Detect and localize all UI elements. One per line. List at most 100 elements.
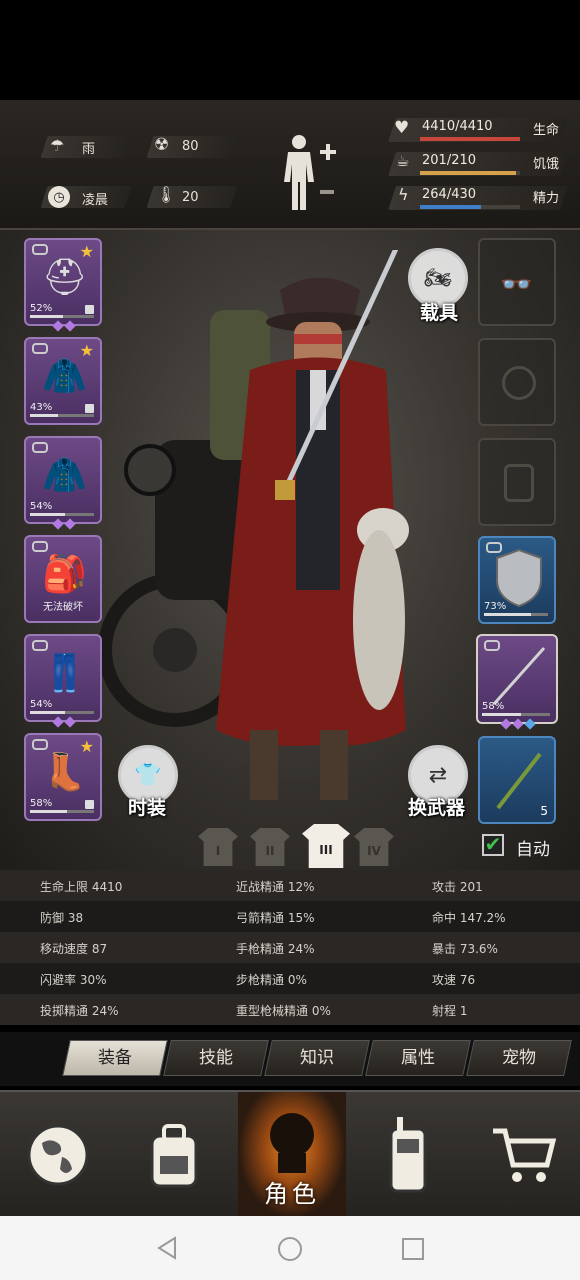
durability-fill (30, 315, 64, 318)
jacket-icon: 🧥 (42, 356, 87, 397)
loadout-1-button[interactable]: I (198, 828, 238, 866)
equip-slot-backpack[interactable]: 🎒 无法破坏 (24, 535, 102, 623)
loadout-2-button[interactable]: II (250, 828, 290, 866)
coat-icon: 🧥 (42, 455, 87, 496)
top-blank-area (0, 0, 580, 100)
durability-label: 52% (30, 303, 53, 314)
shield-durability-fill (484, 613, 531, 616)
auto-checkbox[interactable]: ✔ (482, 834, 504, 856)
link-icon (32, 442, 48, 453)
stat-value: 重型枪械精通 0% (236, 1004, 331, 1018)
loadout-3-button[interactable]: III (302, 824, 350, 868)
health-bar (420, 137, 520, 141)
health-value: 4410/4410 (422, 119, 493, 134)
heart-icon: ♥ (394, 118, 410, 138)
durability-fill (30, 513, 65, 516)
health-label: 生命 (533, 123, 560, 138)
shirt-icon: 👕 (134, 762, 162, 788)
auto-label: 自动 (516, 840, 550, 860)
home-icon[interactable] (277, 1236, 303, 1262)
equip-slot-boots[interactable]: 👢 ★ 58% (24, 733, 102, 821)
switch-weapon-label: 换武器 (408, 797, 466, 819)
walkie-talkie-icon (389, 1117, 427, 1193)
lightning-icon: ϟ (398, 185, 409, 204)
equip-slot-pants[interactable]: 👖 54% (24, 634, 102, 728)
nav-shop[interactable] (466, 1092, 580, 1218)
tab-4[interactable]: 属性 (365, 1040, 471, 1076)
shield-slot[interactable]: 73% (478, 536, 556, 624)
character-scene: ⛑ ★ 52% 🧥 ★ 43% 🧥 54% 🎒 无法破坏 👖 54% 👢 ★ 58% 👓 73% 58% 5… (0, 230, 580, 870)
equip-slot-helmet[interactable]: ⛑ ★ 52% (24, 238, 102, 332)
equip-slot-jacket[interactable]: 🧥 ★ 43% (24, 337, 102, 425)
durability-label: 54% (30, 501, 53, 512)
backpack-outline-icon (504, 464, 534, 502)
stat-row: 投掷精通 24% 重型枪械精通 0% 射程 1 (0, 994, 580, 1025)
stat-value: 生命上限 4410 (40, 880, 123, 894)
tab-3[interactable]: 知识 (264, 1040, 370, 1076)
nav-character-label: 角色 (264, 1180, 320, 1208)
rain-icon: ☂ (50, 136, 65, 155)
gem-icon (52, 518, 64, 530)
helmet-icon: ⛑ (42, 257, 88, 298)
back-icon[interactable] (155, 1236, 179, 1260)
gem-icon (52, 320, 64, 332)
thermometer-icon: 🌡 (156, 185, 176, 207)
accessory-slot[interactable] (478, 438, 556, 526)
stat-value: 投掷精通 24% (40, 1004, 119, 1018)
link-icon (32, 541, 48, 552)
stat-value: 步枪精通 0% (236, 973, 307, 987)
weather-label: 雨 (82, 142, 96, 157)
stat-value: 闪避率 30% (40, 973, 107, 987)
star-icon: ★ (79, 341, 94, 360)
backpack-icon: 🎒 (42, 554, 87, 595)
lock-icon (85, 305, 94, 314)
link-icon (32, 244, 48, 255)
backpack-icon (150, 1124, 198, 1188)
weapon-durability-label: 58% (482, 701, 505, 712)
tab-label: 属性 (401, 1048, 435, 1068)
body-status-icon[interactable] (280, 132, 338, 214)
tab-5[interactable]: 宠物 (466, 1040, 572, 1076)
hunger-bar-fill (420, 171, 516, 175)
recents-icon[interactable] (401, 1237, 425, 1261)
status-panel: ☂ 雨 ☢ 80 ◷ 凌晨 🌡 20 ♥ 4410/4410 生命 ☕ 201/… (0, 100, 580, 230)
loadout-label: IV (367, 844, 381, 858)
tab-1[interactable]: 装备 (62, 1040, 168, 1076)
vehicle-label: 载具 (420, 302, 459, 324)
tab-2[interactable]: 技能 (163, 1040, 269, 1076)
energy-value: 264/430 (422, 187, 477, 202)
radiation-icon: ☢ (154, 135, 170, 155)
slot-note: 无法破坏 (43, 602, 83, 613)
pants-icon: 👖 (42, 653, 87, 694)
spear-icon (492, 647, 546, 705)
durability-bar (30, 810, 94, 813)
glasses-slot[interactable]: 👓 (478, 238, 556, 326)
gem-icon (64, 320, 76, 332)
weapon-slot-selected[interactable]: 58% (476, 634, 558, 730)
ammo-count: 5 (540, 804, 548, 818)
health-bar-fill (420, 137, 520, 141)
hunger-bar (420, 171, 520, 175)
fashion-label: 时装 (128, 797, 167, 819)
stat-value: 近战精通 12% (236, 880, 315, 894)
stat-value: 暴击 73.6% (432, 942, 498, 956)
mask-slot[interactable] (478, 338, 556, 426)
nav-inventory[interactable] (116, 1092, 232, 1218)
durability-label: 54% (30, 699, 53, 710)
durability-fill (30, 810, 68, 813)
gem-icon (52, 716, 64, 728)
link-icon (32, 343, 48, 354)
temperature-value: 20 (182, 190, 199, 205)
stat-row: 生命上限 4410 近战精通 12% 攻击 201 (0, 870, 580, 901)
hunger-label: 饥饿 (533, 157, 560, 172)
nav-radio[interactable] (350, 1092, 466, 1218)
equip-slot-coat[interactable]: 🧥 54% (24, 436, 102, 530)
loadout-4-button[interactable]: IV (354, 828, 394, 866)
nav-world-map[interactable] (0, 1092, 116, 1218)
bottom-navigation: 角色 (0, 1090, 580, 1218)
weapon-durability-fill (482, 713, 522, 716)
ammo-slot[interactable]: 5 (478, 736, 556, 824)
nav-character[interactable]: 角色 (238, 1092, 346, 1218)
durability-bar (30, 513, 94, 516)
durability-bar (30, 711, 94, 714)
